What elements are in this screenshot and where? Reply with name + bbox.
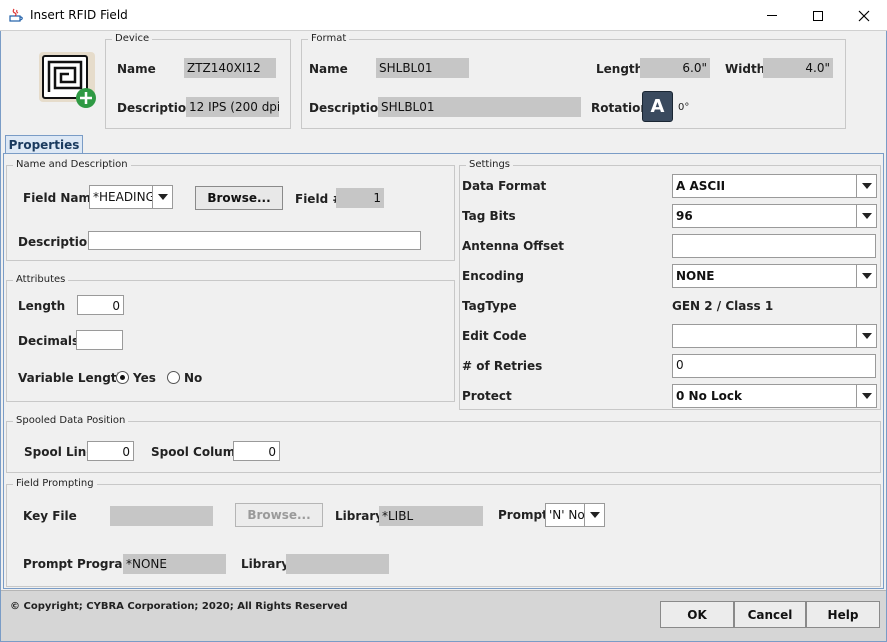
antenna-offset-input[interactable] [672, 234, 876, 258]
format-name-value: SHLBL01 [376, 58, 469, 78]
variable-length-label: Variable Length [18, 371, 126, 385]
protect-value: 0 No Lock [676, 389, 742, 403]
decimals-input[interactable] [76, 330, 123, 350]
field-name-label: Field Name [23, 191, 100, 205]
description-label: Description [18, 235, 96, 249]
library2-value [286, 554, 389, 574]
field-browse-button[interactable]: Browse... [195, 186, 283, 210]
decimals-label: Decimals [18, 334, 80, 348]
length-input[interactable]: 0 [77, 295, 124, 315]
cancel-button[interactable]: Cancel [734, 601, 806, 628]
close-button[interactable] [841, 0, 887, 31]
encoding-label: Encoding [462, 269, 524, 283]
prompt-label: Prompt [498, 508, 548, 522]
format-length-label: Length [596, 62, 644, 76]
format-description-value: SHLBL01 [378, 97, 581, 117]
rotation-label: Rotation [591, 101, 649, 115]
rotation-value: 0° [678, 102, 690, 113]
variable-length-no-radio[interactable] [167, 371, 180, 384]
chevron-down-icon[interactable] [856, 325, 876, 347]
spooled-title: Spooled Data Position [13, 415, 129, 426]
window-title: Insert RFID Field [30, 8, 128, 22]
data-format-combo[interactable]: A ASCII [672, 174, 877, 198]
field-prompting-title: Field Prompting [13, 478, 97, 489]
tag-bits-value: 96 [676, 209, 693, 223]
protect-label: Protect [462, 389, 512, 403]
maximize-icon [813, 10, 823, 21]
spool-line-input[interactable]: 0 [87, 441, 134, 461]
device-name-label: Name [117, 62, 156, 76]
key-file-label: Key File [23, 509, 77, 523]
prompt-combo[interactable]: 'N' No [545, 503, 605, 527]
spool-line-label: Spool Line [24, 445, 95, 459]
attributes-title: Attributes [13, 274, 69, 285]
field-name-value: *HEADING [93, 190, 155, 204]
prompt-program-label: Prompt Program [23, 557, 136, 571]
format-description-label: Description [309, 101, 387, 115]
minimize-icon [767, 15, 777, 16]
java-icon [8, 7, 24, 23]
format-length-value: 6.0" [640, 58, 710, 78]
retries-input[interactable]: 0 [672, 354, 876, 378]
format-name-label: Name [309, 62, 348, 76]
tag-bits-combo[interactable]: 96 [672, 204, 877, 228]
format-width-label: Width [725, 62, 766, 76]
close-icon [858, 10, 870, 21]
spool-column-label: Spool Column [151, 445, 244, 459]
edit-code-combo[interactable] [672, 324, 877, 348]
encoding-value: NONE [676, 269, 715, 283]
library-value: *LIBL [379, 506, 483, 526]
tag-bits-label: Tag Bits [462, 209, 516, 223]
tab-properties[interactable]: Properties [5, 135, 83, 154]
settings-title: Settings [466, 159, 514, 170]
retries-label: # of Retries [462, 359, 543, 373]
library2-label: Library [241, 557, 290, 571]
antenna-offset-label: Antenna Offset [462, 239, 565, 253]
tagtype-label: TagType [462, 299, 517, 313]
tagtype-value: GEN 2 / Class 1 [672, 299, 774, 313]
length-label: Length [18, 299, 66, 313]
protect-combo[interactable]: 0 No Lock [672, 384, 877, 408]
copyright-text: © Copyright; CYBRA Corporation; 2020; Al… [10, 601, 348, 612]
prompt-value: 'N' No [549, 508, 585, 522]
key-file-browse-button[interactable]: Browse... [235, 503, 323, 527]
device-description-label: Description [117, 101, 195, 115]
field-number-value: 1 [336, 188, 384, 208]
chevron-down-icon[interactable] [856, 385, 876, 407]
spool-column-input[interactable]: 0 [233, 441, 280, 461]
spooled-group: Spooled Data Position [6, 415, 881, 473]
variable-length-no-label: No [184, 371, 203, 385]
format-group-title: Format [308, 33, 350, 44]
rfid-logo [38, 51, 98, 109]
format-width-value: 4.0" [763, 58, 833, 78]
field-name-combo[interactable]: *HEADING [89, 185, 173, 209]
variable-length-yes-label: Yes [133, 371, 156, 385]
chevron-down-icon[interactable] [856, 175, 876, 197]
maximize-button[interactable] [795, 0, 841, 31]
help-button[interactable]: Help [806, 601, 880, 628]
chevron-down-icon[interactable] [584, 504, 604, 526]
variable-length-yes-radio[interactable] [116, 371, 129, 384]
chevron-down-icon[interactable] [856, 265, 876, 287]
device-description-value: 12 IPS (200 dpi) [186, 97, 279, 117]
rotation-icon: A [642, 91, 673, 122]
key-file-value [110, 506, 213, 526]
description-input[interactable] [88, 231, 421, 250]
edit-code-label: Edit Code [462, 329, 527, 343]
data-format-value: A ASCII [676, 179, 726, 193]
minimize-button[interactable] [749, 0, 795, 31]
chevron-down-icon[interactable] [856, 205, 876, 227]
name-description-title: Name and Description [13, 159, 131, 170]
library-label: Library [335, 509, 384, 523]
encoding-combo[interactable]: NONE [672, 264, 877, 288]
data-format-label: Data Format [462, 179, 547, 193]
device-name-value: ZTZ140XI12 [184, 58, 276, 78]
ok-button[interactable]: OK [660, 601, 734, 628]
chevron-down-icon[interactable] [152, 186, 172, 208]
device-group-title: Device [112, 33, 153, 44]
prompt-program-value: *NONE [123, 554, 226, 574]
